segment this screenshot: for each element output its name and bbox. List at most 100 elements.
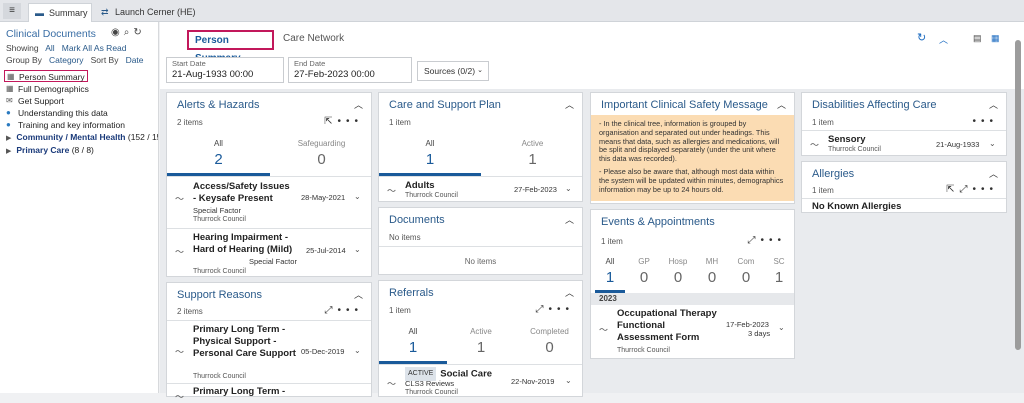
wave-icon: 〜 [175,347,185,357]
chevron-down-icon[interactable]: ⌄ [989,139,996,148]
expand-icon[interactable]: ⤢ [959,184,972,195]
mark-all-read-link[interactable]: Mark All As Read [62,43,127,53]
chevron-down-icon[interactable]: ⌄ [354,245,361,254]
disabilities-card: Disabilities Affecting Care ︿ 1 item •••… [801,92,1007,156]
doc-training[interactable]: ● Training and key information [4,119,125,131]
tree-community-mental-health[interactable]: ▶ Community / Mental Health (152 / 15 [6,132,158,142]
year-group-header: 2023 [591,293,794,305]
collapse-up-icon[interactable]: ︿ [565,286,574,299]
collapse-up-icon[interactable]: ︿ [989,167,998,180]
group-by-link[interactable]: Category [49,55,84,65]
end-date-field[interactable]: End Date 27-Feb-2023 00:00 [288,57,412,83]
safety-notice: - In the clinical tree, information is g… [591,115,794,201]
clinical-documents-panel: Clinical Documents ◉⌕↻ Showing All Mark … [0,22,159,393]
list-item[interactable]: 〜 Access/Safety Issues - Keysafe Present… [167,180,371,228]
search-icon[interactable]: ⌕ [124,27,134,38]
tab-summary[interactable]: ▬ Summary [28,3,92,22]
tab-care-network[interactable]: Care Network [277,30,350,50]
card-actions: ⤢••• [747,235,786,246]
more-icon[interactable]: ••• [972,116,998,127]
list-item[interactable]: 〜 Adults Thurrock Council 27-Feb-2023 ⌄ [379,180,582,202]
list-view-icon[interactable]: ▤ [973,33,982,44]
tab-com[interactable]: Com 0 [730,257,762,286]
chevron-down-icon[interactable]: ⌄ [565,184,572,193]
refresh-icon[interactable]: ↻ [917,31,926,44]
wave-icon: 〜 [599,325,609,335]
panel-title: Clinical Documents [6,28,96,40]
grid-icon: ▦ [6,84,14,93]
more-icon[interactable]: ••• [337,305,363,316]
empty-state: No items [464,257,497,266]
sources-dropdown[interactable]: Sources (0/2) ⌄ [417,61,489,81]
tab-all[interactable]: All 1 [595,257,625,286]
envelope-icon: ✉ [6,96,13,105]
wave-icon: 〜 [387,379,397,389]
chevron-down-icon[interactable]: ⌄ [778,323,785,332]
expand-icon[interactable]: ⤢ [324,305,337,316]
tab-sc[interactable]: SC 1 [764,257,794,286]
more-icon[interactable]: ••• [337,116,363,127]
collapse-up-icon[interactable]: ︿ [565,213,574,226]
vertical-scrollbar[interactable] [1015,40,1021,350]
card-title: Disabilities Affecting Care [812,99,937,111]
collapse-up-icon[interactable]: ︿ [939,33,948,46]
refresh-icon[interactable]: ↻ [133,27,145,38]
eye-icon[interactable]: ◉ [111,27,124,38]
wave-icon: 〜 [175,392,185,402]
chevron-down-icon[interactable]: ⌄ [354,192,361,201]
grid-view-icon[interactable]: ▦ [991,33,1000,44]
hamburger-menu-icon[interactable]: ≡ [3,3,21,19]
alerts-card: Alerts & Hazards ︿ 2 items ⇱••• All 2 Saf… [166,92,372,277]
doc-full-demographics[interactable]: ▦ Full Demographics [4,83,89,95]
tab-all[interactable]: All 1 [379,327,447,356]
sort-by-link[interactable]: Date [126,55,144,65]
doc-get-support[interactable]: ✉ Get Support [4,95,64,107]
chevron-down-icon[interactable]: ⌄ [565,376,572,385]
divider [167,228,371,229]
tab-safeguarding[interactable]: Safeguarding 0 [270,139,373,168]
divider [379,176,582,177]
globe-icon: ● [6,108,11,117]
grid-icon: ▦ [7,72,15,81]
tab-active[interactable]: Active 1 [481,139,584,168]
tab-all[interactable]: All 1 [379,139,481,168]
collapse-up-icon[interactable]: ︿ [777,98,786,111]
list-item[interactable]: 〜 Occupational Therapy Functional Assess… [591,307,794,357]
collapse-up-icon[interactable]: ︿ [989,98,998,111]
open-external-icon[interactable]: ⇱ [324,116,337,127]
list-item[interactable]: 〜 Primary Long Term - [167,386,371,402]
allergies-card: Allergies ︿ 1 item ⇱⤢••• No Known Allerg… [801,161,1007,213]
divider [379,246,582,247]
doc-person-summary[interactable]: ▦ Person Summary [4,70,88,82]
more-icon[interactable]: ••• [760,235,786,246]
tree-primary-care[interactable]: ▶ Primary Care (8 / 8) [6,145,94,155]
tab-all[interactable]: All 2 [167,139,270,168]
expand-icon[interactable]: ⤢ [535,304,548,315]
tab-active[interactable]: Active 1 [447,327,515,356]
divider [802,198,1006,199]
collapse-up-icon[interactable]: ︿ [565,98,574,111]
list-item[interactable]: 〜 Sensory Thurrock Council 21-Aug-1933 ⌄ [802,134,1006,156]
tab-person-summary[interactable]: Person Summary [187,30,274,64]
open-external-icon[interactable]: ⇱ [946,184,959,195]
showing-all-link[interactable]: All [45,43,54,53]
collapse-up-icon[interactable]: ︿ [354,98,363,111]
more-icon[interactable]: ••• [548,304,574,315]
start-date-field[interactable]: Start Date 21-Aug-1933 00:00 [166,57,284,83]
collapse-up-icon[interactable]: ︿ [354,288,363,301]
tab-hosp[interactable]: Hosp 0 [662,257,694,286]
list-item[interactable]: 〜 Hearing Impairment - Hard of Hearing (… [167,231,371,277]
tab-launch-cerner[interactable]: ⇄ Launch Cerner (HE) [95,3,205,22]
more-icon[interactable]: ••• [972,184,998,195]
tab-completed[interactable]: Completed 0 [515,327,584,356]
support-reasons-card: Support Reasons ︿ 2 items ⤢••• 〜 Primary… [166,282,372,402]
card-title: Documents [389,214,445,226]
expand-arrow-icon: ▶ [6,148,12,155]
card-title: Events & Appointments [601,216,715,228]
doc-understanding-data[interactable]: ● Understanding this data [4,107,108,119]
tab-mh[interactable]: MH 0 [697,257,727,286]
tab-gp[interactable]: GP 0 [629,257,659,286]
chevron-down-icon[interactable]: ⌄ [354,346,361,355]
expand-icon[interactable]: ⤢ [747,235,760,246]
list-item[interactable]: 〜 Primary Long Term - Physical Support -… [167,323,371,381]
